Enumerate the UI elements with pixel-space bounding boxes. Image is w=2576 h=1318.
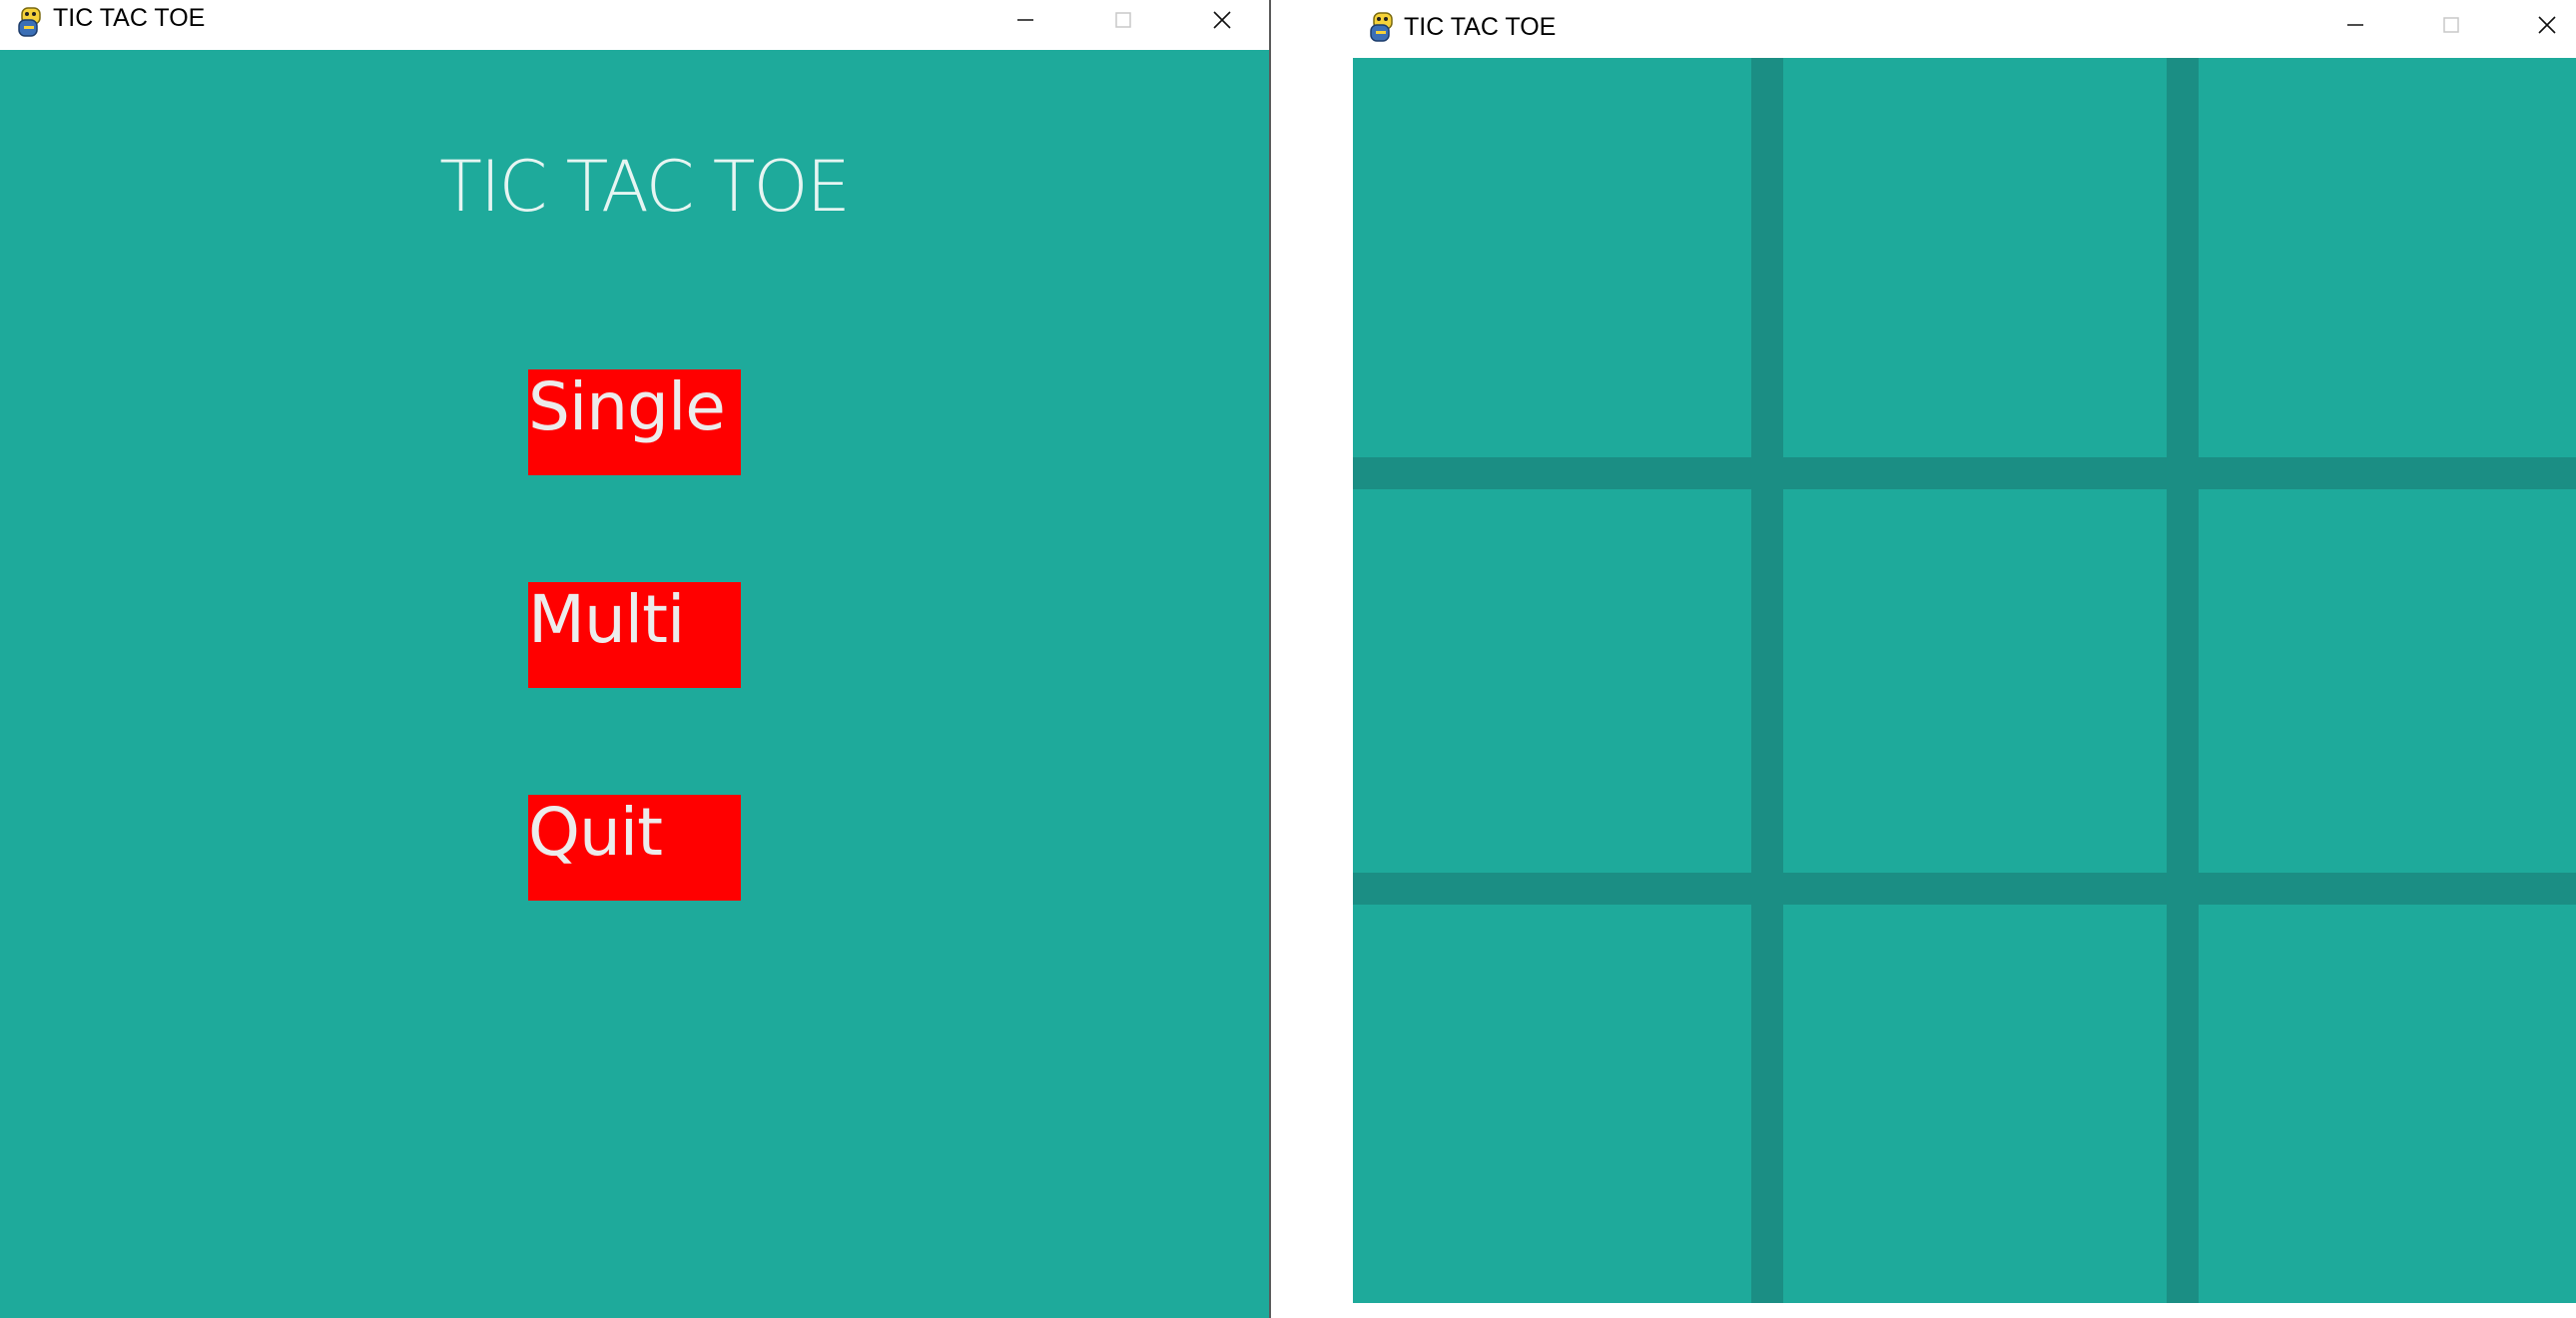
menu-window-titlebar[interactable]: TIC TAC TOE [0, 0, 1269, 50]
menu-window: TIC TAC TOE TIC TAC TOE Single Multi Qui… [0, 0, 1271, 1318]
board-cell-r3-c1[interactable] [1353, 905, 1751, 1303]
minimize-button[interactable] [1000, 0, 1050, 40]
board-cell-r1-c1[interactable] [1353, 58, 1751, 457]
board-cell-r3-c3[interactable] [2199, 905, 2576, 1303]
minimize-icon [1017, 19, 1033, 21]
close-button[interactable] [2522, 5, 2572, 45]
minimize-button[interactable] [2330, 5, 2380, 45]
board-cell-r2-c3[interactable] [2199, 489, 2576, 873]
board-cell-r1-c3[interactable] [2199, 58, 2576, 457]
quit-button[interactable]: Quit [528, 795, 741, 901]
close-button[interactable] [1197, 0, 1247, 40]
window-title: TIC TAC TOE [1404, 13, 1557, 41]
close-icon [1213, 11, 1231, 29]
quit-label: Quit [528, 794, 663, 871]
minimize-icon [2347, 24, 2363, 26]
game-board [1353, 58, 2576, 1303]
python-snake-icon [1368, 9, 1398, 45]
multi-player-label: Multi [528, 581, 685, 658]
window-title: TIC TAC TOE [53, 4, 206, 32]
close-icon [2538, 16, 2556, 34]
board-cell-r2-c1[interactable] [1353, 489, 1751, 873]
maximize-button[interactable] [2426, 5, 2476, 45]
board-cell-r1-c2[interactable] [1783, 58, 2167, 457]
board-cell-r2-c2[interactable] [1783, 489, 2167, 873]
maximize-button[interactable] [1098, 0, 1148, 40]
multi-player-button[interactable]: Multi [528, 582, 741, 688]
maximize-icon [2443, 17, 2459, 33]
game-window-titlebar[interactable]: TIC TAC TOE [1274, 0, 2576, 58]
game-window: TIC TAC TOE [1274, 0, 2576, 1318]
single-player-label: Single [528, 368, 726, 445]
game-heading: TIC TAC TOE [439, 146, 851, 228]
maximize-icon [1115, 12, 1131, 28]
menu-canvas: TIC TAC TOE Single Multi Quit [0, 50, 1269, 1318]
board-cell-r3-c2[interactable] [1783, 905, 2167, 1303]
single-player-button[interactable]: Single [528, 369, 741, 475]
python-snake-icon [16, 4, 46, 40]
